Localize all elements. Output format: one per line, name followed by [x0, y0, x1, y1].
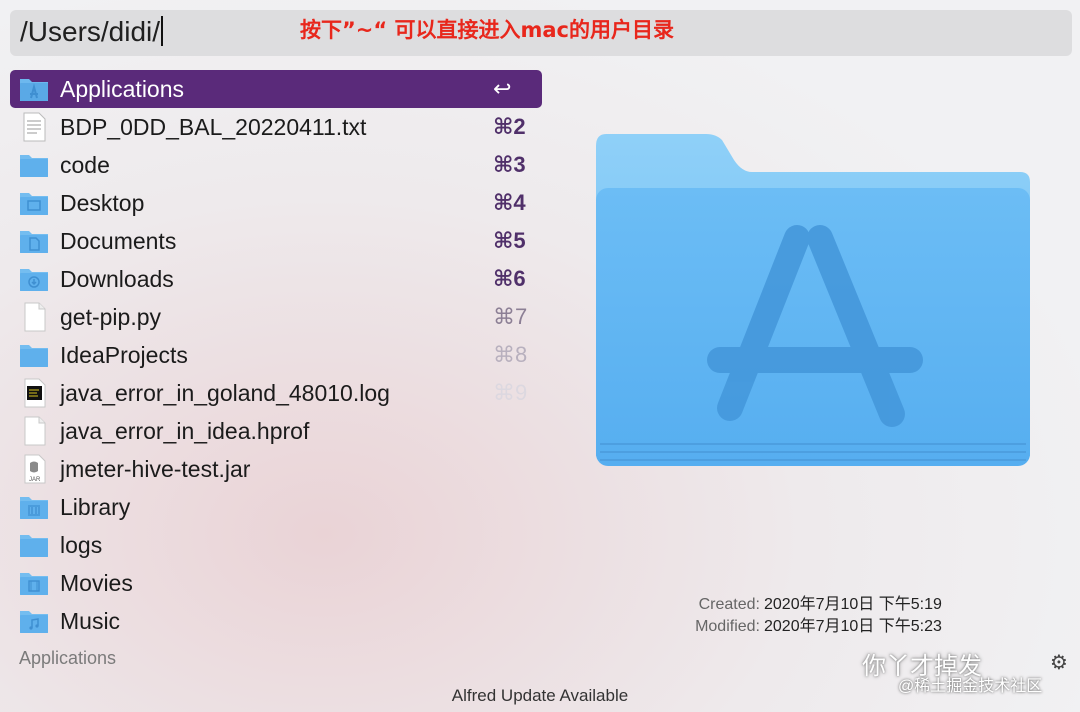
music-folder-icon — [20, 611, 48, 633]
result-item-movies[interactable]: Movies — [10, 564, 542, 602]
result-item-music[interactable]: Music — [10, 602, 542, 640]
documents-folder-icon — [20, 231, 48, 253]
search-input[interactable]: /Users/didi/ — [20, 16, 164, 48]
result-label: logs — [60, 531, 103, 558]
movies-folder-icon — [20, 573, 48, 595]
result-item-logs[interactable]: logs — [10, 526, 542, 564]
jar-file-icon: JAR — [24, 454, 46, 484]
shortcut-hint: ⌘3 — [493, 152, 526, 177]
result-label: Desktop — [60, 189, 145, 216]
result-item-library[interactable]: Library — [10, 488, 542, 526]
result-label: Music — [60, 607, 121, 634]
result-item-bdp-txt[interactable]: BDP_0DD_BAL_20220411.txt ⌘2 — [10, 108, 542, 146]
folder-icon — [20, 155, 48, 177]
result-item-downloads[interactable]: Downloads ⌘6 — [10, 260, 542, 298]
shortcut-hint: ⌘7 — [493, 304, 528, 329]
red-annotation-text: 按下”~“ 可以直接进入mac的用户目录 — [300, 18, 675, 42]
shortcut-hint: ⌘9 — [493, 380, 528, 405]
result-label: Applications — [60, 75, 185, 102]
modified-label: Modified: — [695, 618, 760, 635]
result-label: java_error_in_idea.hprof — [60, 417, 310, 444]
downloads-folder-icon — [20, 269, 48, 291]
shortcut-hint: ⌘6 — [493, 266, 526, 291]
category-label: Applications — [19, 648, 117, 668]
result-label: Documents — [60, 227, 177, 254]
desktop-folder-icon — [20, 193, 48, 215]
document-icon — [24, 302, 46, 332]
modified-value: 2020年7月10日 下午5:23 — [764, 618, 942, 635]
modified-meta: Modified: 2020年7月10日 下午5:23 — [660, 612, 942, 636]
log-file-icon — [24, 378, 46, 408]
shortcut-hint: ⌘2 — [493, 114, 526, 139]
text-caret — [161, 16, 164, 46]
watermark-site: @稀土掘金技术社区 — [898, 678, 1043, 695]
shortcut-hint: ⌘4 — [493, 190, 526, 215]
applications-folder-icon — [20, 79, 48, 101]
svg-text:JAR: JAR — [29, 477, 41, 483]
result-item-desktop[interactable]: Desktop ⌘4 — [10, 184, 542, 222]
result-label: IdeaProjects — [60, 341, 188, 368]
return-key-hint: ↩ — [493, 76, 512, 101]
document-icon — [24, 416, 46, 446]
result-label: get-pip.py — [60, 303, 162, 330]
applications-folder-large-icon — [596, 134, 1030, 466]
text-file-icon — [23, 112, 46, 142]
result-label: Movies — [60, 569, 133, 596]
result-item-documents[interactable]: Documents ⌘5 — [10, 222, 542, 260]
result-label: Downloads — [60, 265, 174, 292]
library-folder-icon — [20, 497, 48, 519]
folder-icon — [20, 345, 48, 367]
result-item-jmeter-jar[interactable]: JAR jmeter-hive-test.jar — [10, 450, 542, 488]
result-item-ideaprojects[interactable]: IdeaProjects ⌘8 — [10, 336, 542, 374]
result-label: code — [60, 151, 110, 178]
result-label: jmeter-hive-test.jar — [60, 455, 251, 482]
shortcut-hint: ⌘5 — [493, 228, 526, 253]
result-item-get-pip[interactable]: get-pip.py ⌘7 — [10, 298, 542, 336]
result-label: java_error_in_goland_48010.log — [60, 379, 390, 406]
result-label: Library — [60, 493, 131, 520]
created-meta: Created: 2020年7月10日 下午5:19 — [660, 590, 942, 614]
folder-icon — [20, 535, 48, 557]
result-label: BDP_0DD_BAL_20220411.txt — [60, 113, 367, 140]
created-value: 2020年7月10日 下午5:19 — [764, 596, 942, 613]
search-query: /Users/didi/ — [20, 16, 161, 47]
result-item-idea-hprof[interactable]: java_error_in_idea.hprof — [10, 412, 542, 450]
result-item-code[interactable]: code ⌘3 — [10, 146, 542, 184]
result-item-goland-log[interactable]: java_error_in_goland_48010.log ⌘9 — [10, 374, 542, 412]
result-item-applications[interactable]: Applications ↩ — [10, 70, 542, 108]
shortcut-hint: ⌘8 — [493, 342, 528, 367]
gear-icon[interactable]: ⚙ — [1050, 650, 1068, 675]
results-list: Applications ↩ BDP_0DD_BAL_20220411.txt … — [10, 70, 542, 640]
